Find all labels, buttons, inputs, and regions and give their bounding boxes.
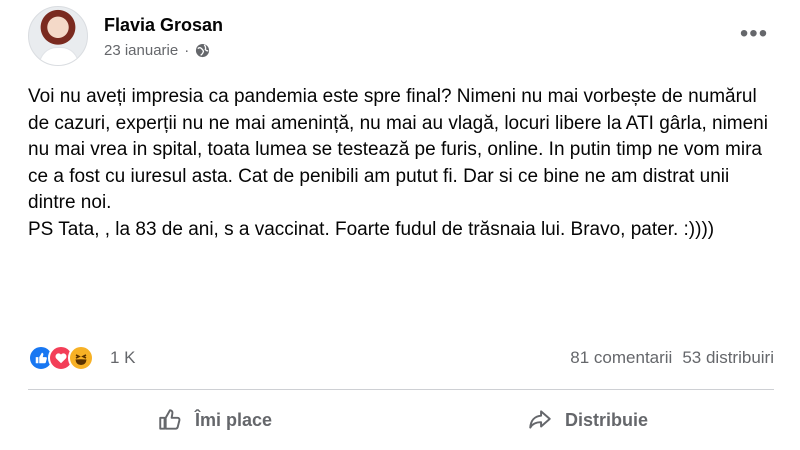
post-date[interactable]: 23 ianuarie [104, 42, 178, 59]
post-stats: 1 K 81 comentarii 53 distribuiri [28, 343, 774, 373]
comments-count[interactable]: 81 comentarii [570, 348, 672, 368]
more-options-button[interactable]: ••• [734, 20, 774, 47]
haha-icon [68, 345, 94, 371]
avatar[interactable] [28, 6, 88, 66]
reactions-summary[interactable]: 1 K [28, 345, 136, 371]
divider [28, 389, 774, 390]
post-header: Flavia Grosan 23 ianuarie · [28, 6, 223, 66]
reaction-count[interactable]: 1 K [110, 348, 136, 368]
engagement-counts: 81 comentarii 53 distribuiri [570, 348, 774, 368]
facebook-post: Flavia Grosan 23 ianuarie · ••• Voi nu a… [0, 0, 800, 450]
post-subline: 23 ianuarie · [104, 42, 223, 59]
share-button[interactable]: Distribuie [401, 398, 774, 442]
thumbs-up-icon [159, 409, 181, 430]
post-meta: Flavia Grosan 23 ianuarie · [104, 14, 223, 59]
like-button-label: Îmi place [194, 409, 273, 430]
share-arrow-icon [529, 410, 551, 429]
like-button[interactable]: Îmi place [28, 398, 401, 442]
shares-count[interactable]: 53 distribuiri [682, 348, 774, 368]
post-body-text: Voi nu aveți impresia ca pandemia este s… [28, 86, 768, 240]
share-button-label: Distribuie [564, 409, 648, 430]
globe-icon[interactable] [195, 43, 210, 58]
post-actions: Îmi place Distribuie [28, 396, 774, 444]
author-name[interactable]: Flavia Grosan [104, 14, 223, 36]
separator-dot: · [184, 41, 190, 59]
